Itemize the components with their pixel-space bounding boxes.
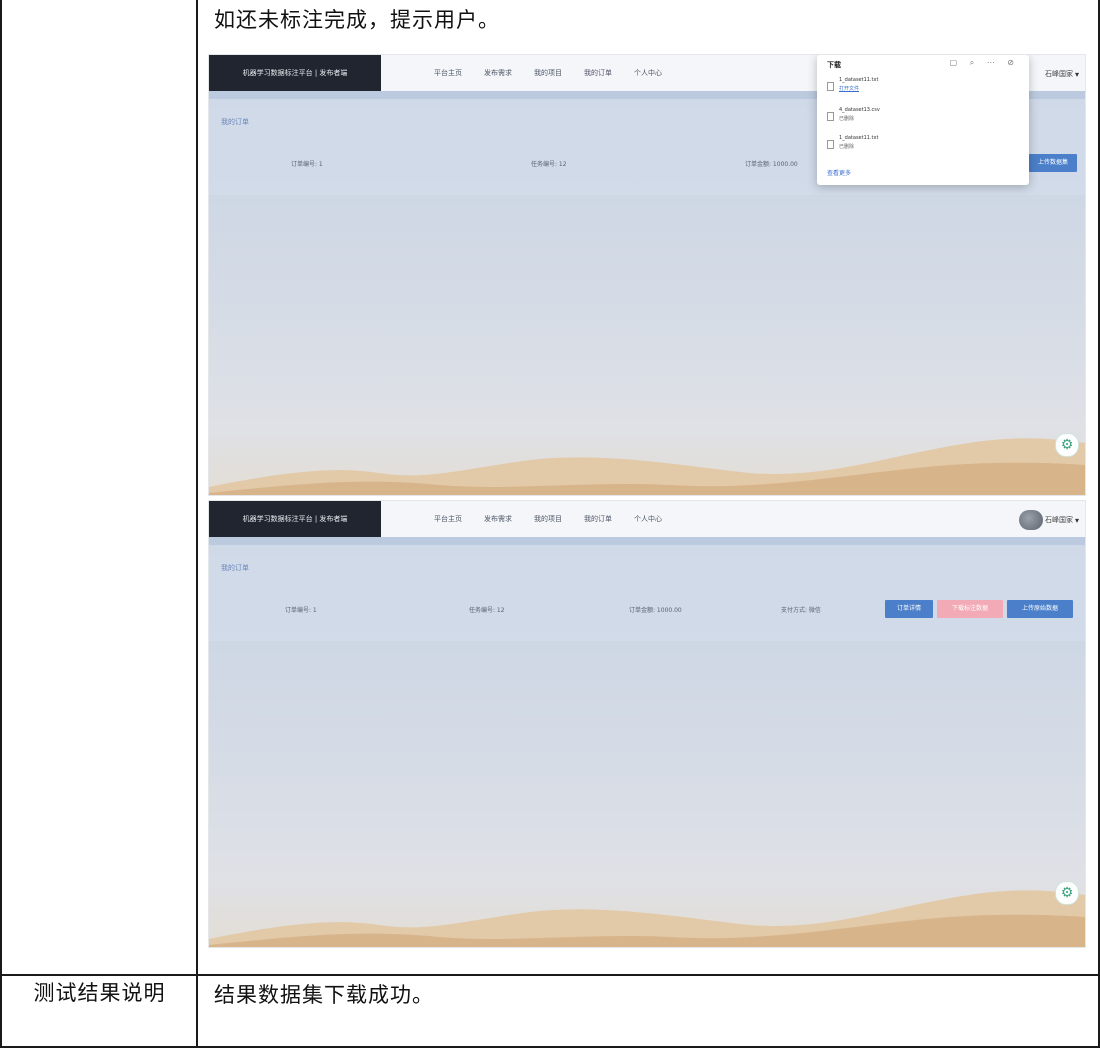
download-panel-icons[interactable]: ▢ ⌕ ⋯ ⊘ — [950, 58, 1019, 68]
nav-item-orders[interactable]: 我的订单 — [584, 501, 612, 537]
gear-icon[interactable]: ⚙ — [1055, 433, 1079, 457]
user-menu[interactable]: 石峰国家 ▾ — [1045, 63, 1079, 85]
download-status: 已删除 — [839, 116, 855, 122]
desert-dunes-image — [209, 438, 1085, 495]
nav-item-home[interactable]: 平台主页 — [434, 501, 462, 537]
chevron-down-icon: ▾ — [1074, 69, 1079, 79]
screenshot-download-panel: 机器学习数据标注平台 | 发布者端 平台主页 发布需求 我的项目 我的订单 个人… — [208, 54, 1086, 496]
document-table: 如还未标注完成，提示用户。 机器学习数据标注平台 | 发布者端 平台主页 发布需… — [0, 0, 1100, 1048]
result-label: 测试结果说明 — [33, 981, 166, 1005]
order-section: 我的订单 订单编号: 1 任务编号: 12 订单金额: 1000.00 支付方式… — [209, 545, 1085, 641]
table-border-left — [0, 0, 2, 1048]
section-title: 我的订单 — [221, 118, 249, 126]
view-more-link[interactable]: 查看更多 — [827, 168, 851, 177]
step-note: 如还未标注完成，提示用户。 — [214, 8, 500, 32]
nav-item-projects[interactable]: 我的项目 — [534, 501, 562, 537]
gear-icon[interactable]: ⚙ — [1055, 881, 1079, 905]
order-amount: 订单金额: 1000.00 — [629, 607, 682, 614]
download-annotation-button[interactable]: 下载标注数据 — [937, 600, 1003, 618]
file-icon — [827, 82, 834, 91]
download-filename: 4_dataset13.csv — [839, 107, 880, 113]
platform-logo: 机器学习数据标注平台 | 发布者端 — [209, 55, 381, 91]
upload-raw-data-button[interactable]: 上传原始数据 — [1007, 600, 1073, 618]
desert-dunes-image — [209, 890, 1085, 947]
order-number: 订单编号: 1 — [291, 161, 323, 168]
download-item[interactable]: 1_dataset11.txt 已删除 — [827, 135, 1017, 157]
nav-shadow — [209, 537, 1085, 545]
task-number: 任务编号: 12 — [469, 607, 505, 614]
download-filename: 1_dataset11.txt — [839, 77, 879, 83]
avatar — [1018, 510, 1043, 530]
result-description: 结果数据集下载成功。 — [214, 983, 434, 1007]
user-name: 石峰国家 — [1044, 70, 1073, 78]
order-amount: 订单金额: 1000.00 — [745, 161, 798, 168]
order-details-button[interactable]: 订单详情 — [885, 600, 933, 618]
chevron-down-icon: ▾ — [1074, 515, 1079, 525]
upload-dataset-button[interactable]: 上传数据集 — [1029, 154, 1077, 172]
nav-item-home[interactable]: 平台主页 — [434, 55, 462, 91]
download-item[interactable]: 1_dataset11.txt 打开文件 — [827, 77, 1017, 99]
download-status: 已删除 — [839, 144, 855, 150]
user-name: 石峰国家 — [1044, 516, 1073, 524]
nav-item-orders[interactable]: 我的订单 — [584, 55, 612, 91]
nav-item-publish[interactable]: 发布需求 — [484, 501, 512, 537]
payment-method: 支付方式: 微信 — [781, 607, 821, 614]
nav-item-projects[interactable]: 我的项目 — [534, 55, 562, 91]
open-file-link[interactable]: 打开文件 — [839, 85, 859, 92]
download-panel-title: 下载 — [827, 61, 841, 69]
screenshot-order-list: 机器学习数据标注平台 | 发布者端 平台主页 发布需求 我的项目 我的订单 个人… — [208, 500, 1086, 948]
nav-bar: 机器学习数据标注平台 | 发布者端 平台主页 发布需求 我的项目 我的订单 个人… — [209, 501, 1085, 537]
platform-logo: 机器学习数据标注平台 | 发布者端 — [209, 501, 381, 537]
nav-item-profile[interactable]: 个人中心 — [634, 55, 662, 91]
order-number: 订单编号: 1 — [285, 607, 317, 614]
nav-item-profile[interactable]: 个人中心 — [634, 501, 662, 537]
download-item[interactable]: 4_dataset13.csv 已删除 — [827, 107, 1017, 129]
user-menu[interactable]: 石峰国家 ▾ — [1018, 509, 1079, 531]
download-filename: 1_dataset11.txt — [839, 135, 879, 141]
nav-item-publish[interactable]: 发布需求 — [484, 55, 512, 91]
download-panel: 下载 ▢ ⌕ ⋯ ⊘ 1_dataset11.txt 打开文件 4_datase… — [817, 55, 1029, 185]
section-title: 我的订单 — [221, 564, 249, 572]
task-number: 任务编号: 12 — [531, 161, 567, 168]
table-column-divider — [196, 0, 198, 1048]
file-icon — [827, 112, 834, 121]
file-icon — [827, 140, 834, 149]
